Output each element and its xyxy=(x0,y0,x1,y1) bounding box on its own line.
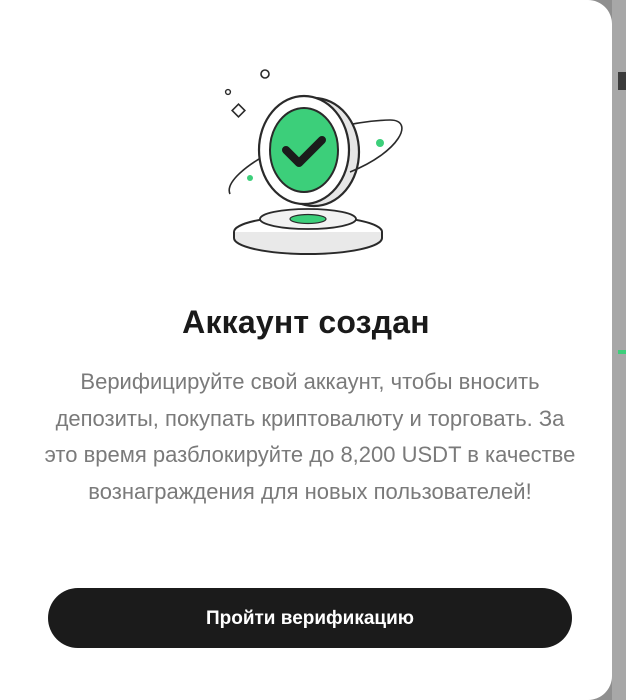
orbit-dot xyxy=(247,175,253,181)
coin-inner xyxy=(269,107,339,193)
platform-glow xyxy=(289,213,327,225)
platform-side xyxy=(233,232,383,255)
decoration-circle xyxy=(260,69,270,79)
dialog-description: Верифицируйте свой аккаунт, чтобы вносит… xyxy=(44,369,576,504)
verify-button[interactable]: Пройти верификацию xyxy=(48,588,572,648)
background-page-edge xyxy=(612,0,626,700)
dialog-title: Аккаунт создан xyxy=(182,304,430,340)
decoration-diamond xyxy=(231,103,246,118)
background-mark xyxy=(618,350,626,354)
decoration-dot xyxy=(224,88,232,96)
orbit-dot xyxy=(376,139,384,147)
verified-coin-icon xyxy=(224,69,403,255)
account-created-dialog: Аккаунт создан Верифицируйте свой аккаун… xyxy=(0,0,612,700)
background-mark xyxy=(618,72,626,90)
